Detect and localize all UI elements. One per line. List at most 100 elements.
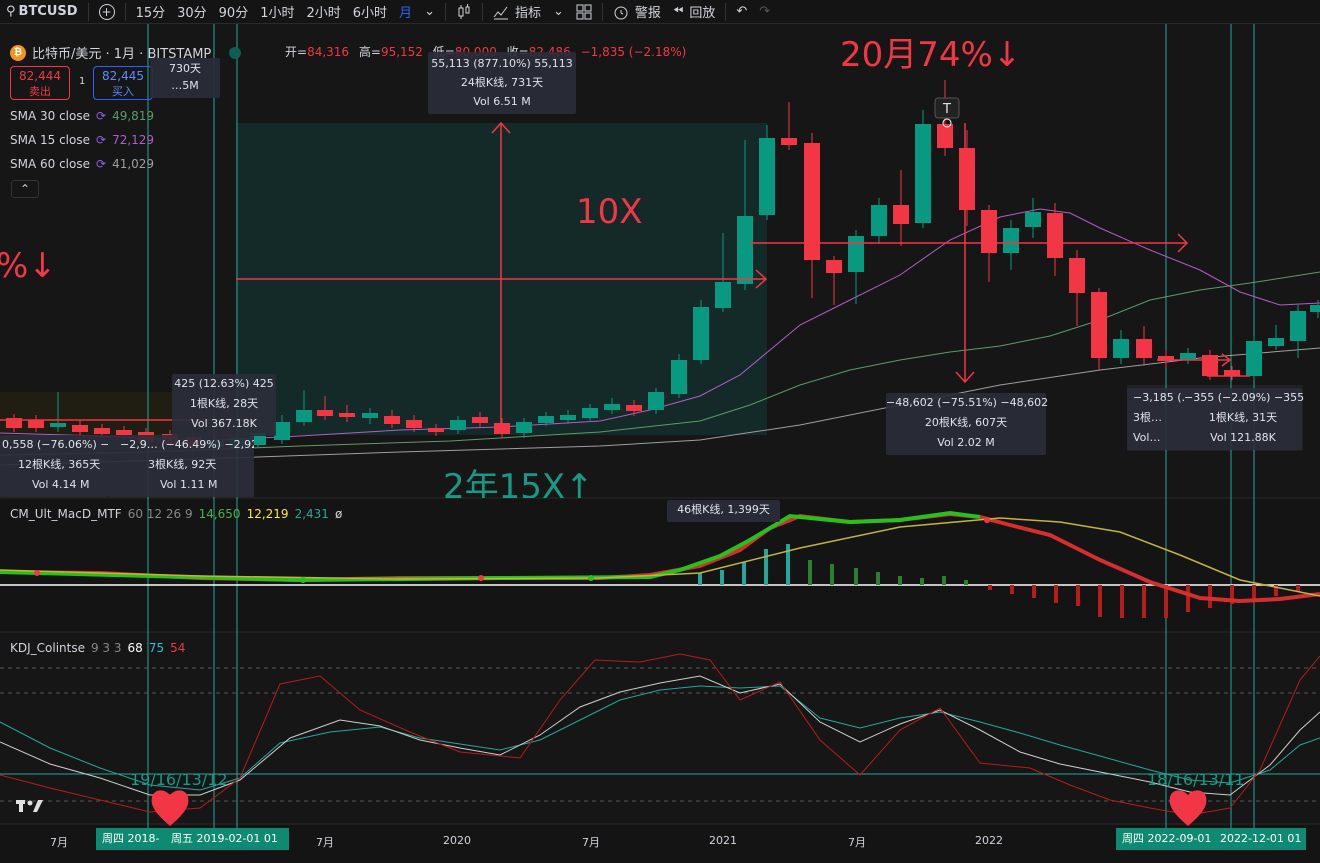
candle-body[interactable] (848, 236, 864, 272)
annotation-text[interactable]: 2年15X↑ (443, 466, 594, 498)
candle-body[interactable] (362, 413, 378, 418)
time-axis-range-box[interactable]: 2022-12-01 01 (1214, 828, 1306, 850)
candle-body[interactable] (516, 422, 532, 433)
indicator-value: ø (334, 507, 343, 521)
timeframe-month[interactable]: 月 (393, 0, 418, 24)
candle-body[interactable] (715, 282, 731, 308)
measure-tooltip: 730天 …5M (150, 58, 220, 98)
timeframe-dropdown[interactable]: ⌄ (418, 0, 441, 24)
candle-body[interactable] (94, 428, 110, 434)
candle-body[interactable] (781, 138, 797, 145)
candle-body[interactable] (604, 404, 620, 410)
candle-body[interactable] (428, 428, 444, 432)
annotation-text[interactable]: 20月74%↓ (840, 27, 1021, 76)
time-axis-range-box[interactable]: 周四 2022-09-01 (1116, 828, 1216, 850)
candle-body[interactable] (915, 124, 931, 223)
sma30-legend[interactable]: SMA 30 close ⟳ 49,819 (10, 109, 154, 123)
time-axis-range-box[interactable]: 周四 2018- (96, 828, 176, 850)
buy-button[interactable]: 82,445 买入 (93, 66, 153, 100)
candle-body[interactable] (626, 405, 642, 411)
top-toolbar: ⚲ BTCUSD + 15分 30分 90分 1小时 2小时 6小时 月 ⌄ 指… (0, 0, 1320, 24)
candle-body[interactable] (296, 410, 312, 422)
candle-body[interactable] (737, 216, 753, 284)
candle-body[interactable] (274, 422, 290, 440)
candle-body[interactable] (1202, 355, 1218, 376)
measure-tooltip: −355 (−2.09%) −355 1根K线, 31天 Vol 121.88K (1184, 388, 1304, 450)
candle-body[interactable] (693, 307, 709, 360)
candle-body[interactable] (317, 410, 333, 416)
candle-body[interactable] (494, 423, 510, 434)
macd-hist-bar (876, 572, 880, 585)
candle-body[interactable] (826, 260, 842, 273)
tooltip-line: −3,185 (… (1133, 391, 1185, 404)
candle-body[interactable] (1136, 339, 1152, 358)
candle-type-button[interactable] (450, 0, 478, 24)
timeframe-1h[interactable]: 1小时 (254, 0, 300, 24)
candle-body[interactable] (871, 205, 887, 236)
annotation-text[interactable]: 19/16/13/12 (130, 770, 228, 789)
candle-body[interactable] (981, 210, 997, 253)
timeframe-2h[interactable]: 2小时 (300, 0, 346, 24)
candle-body[interactable] (560, 415, 576, 420)
annotation-text[interactable]: %↓ (0, 246, 57, 286)
candle-body[interactable] (1246, 341, 1262, 376)
candle-body[interactable] (450, 420, 466, 430)
candle-body[interactable] (1290, 311, 1306, 341)
kdj-legend[interactable]: KDJ_Colintse 9 3 3 68 75 54 (10, 641, 185, 655)
sma15-legend[interactable]: SMA 15 close ⟳ 72,129 (10, 133, 154, 147)
annotation-text[interactable]: 18/16/13/11 (1147, 770, 1245, 789)
candle-body[interactable] (759, 138, 775, 215)
candle-body[interactable] (28, 420, 44, 428)
indicators-dropdown[interactable]: ⌄ (547, 0, 570, 24)
timeframe-6h[interactable]: 6小时 (347, 0, 393, 24)
buy-price: 82,445 (102, 69, 144, 83)
add-symbol-button[interactable]: + (93, 0, 121, 24)
alarm-clock-icon (614, 6, 628, 19)
timeframe-90m[interactable]: 90分 (213, 0, 255, 24)
spread-value: 1 (79, 76, 86, 87)
macd-hist-bar (1010, 585, 1014, 594)
timeframe-15m[interactable]: 15分 (130, 0, 172, 24)
candle-body[interactable] (472, 417, 488, 423)
candle-body[interactable] (1091, 292, 1107, 358)
sma60-legend[interactable]: SMA 60 close ⟳ 41,029 (10, 157, 154, 171)
candle-body[interactable] (50, 423, 66, 427)
symbol-search[interactable]: ⚲ BTCUSD (0, 0, 84, 24)
candle-body[interactable] (1069, 258, 1085, 293)
time-axis-range-box[interactable]: 周五 2019-02-01 01 (165, 828, 289, 850)
annotation-text[interactable]: 10X (576, 192, 643, 232)
layout-templates-button[interactable] (570, 0, 598, 24)
redo-button[interactable]: ↷ (753, 0, 776, 24)
time-axis-label: 7月 (582, 836, 600, 849)
macd-legend[interactable]: CM_Ult_MacD_MTF 60 12 26 9 14,650 12,219… (10, 507, 342, 521)
replay-button[interactable]: ⏪︎ 回放 (667, 0, 721, 24)
alerts-button[interactable]: 警报 (607, 0, 667, 24)
candle-body[interactable] (1224, 370, 1240, 376)
undo-button[interactable]: ↶ (730, 0, 753, 24)
candle-body[interactable] (1310, 305, 1320, 312)
candle-body[interactable] (1003, 228, 1019, 253)
candle-body[interactable] (893, 205, 909, 224)
indicators-button[interactable]: 指标 (487, 0, 547, 24)
candle-body[interactable] (406, 420, 422, 428)
candle-body[interactable] (959, 148, 975, 210)
sma-value: 49,819 (112, 109, 155, 123)
candle-body[interactable] (1268, 338, 1284, 346)
candle-body[interactable] (1113, 339, 1129, 358)
candle-body[interactable] (582, 408, 598, 418)
timeframe-30m[interactable]: 30分 (171, 0, 213, 24)
macd-cross-dot (984, 517, 990, 523)
candle-body[interactable] (937, 124, 953, 148)
candle-body[interactable] (1025, 212, 1041, 227)
candle-body[interactable] (1180, 353, 1196, 360)
sell-button[interactable]: 82,444 卖出 (10, 66, 70, 100)
candle-body[interactable] (648, 392, 664, 410)
candle-body[interactable] (671, 360, 687, 394)
candle-body[interactable] (1047, 213, 1063, 258)
collapse-legend-button[interactable]: ⌃ (11, 180, 39, 198)
candle-body[interactable] (384, 416, 400, 424)
candle-body[interactable] (339, 413, 355, 417)
macd-hist-bar (942, 576, 946, 585)
candle-body[interactable] (72, 425, 88, 432)
candle-body[interactable] (538, 416, 554, 423)
